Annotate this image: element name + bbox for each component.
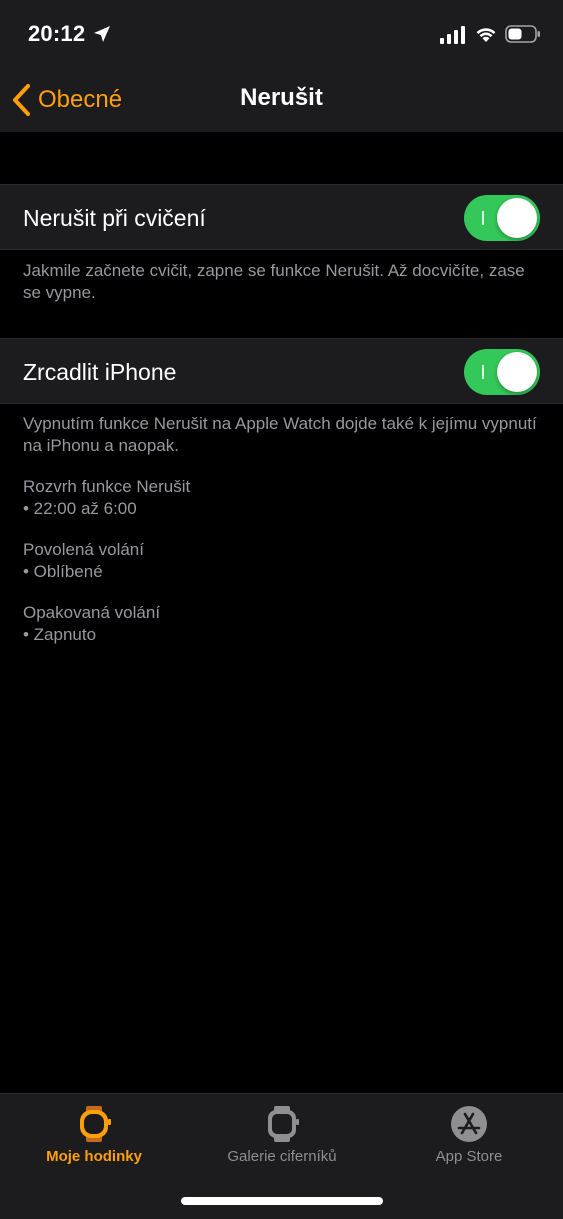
mirror-iphone-toggle[interactable] xyxy=(464,349,540,395)
tab-face-gallery-label: Galerie ciferníků xyxy=(227,1148,337,1165)
allowed-calls-info: Povolená volání • Oblíbené xyxy=(23,539,543,583)
workout-setting-label: Nerušit při cvičení xyxy=(23,205,206,231)
watch-icon xyxy=(80,1106,111,1142)
cellular-signal-icon xyxy=(440,26,465,44)
toggle-knob xyxy=(497,198,537,238)
workout-toggle[interactable] xyxy=(464,195,540,241)
toggle-on-mark xyxy=(482,365,484,379)
mirror-iphone-row: Zrcadlit iPhone xyxy=(0,338,563,404)
tab-app-store-label: App Store xyxy=(435,1148,503,1165)
status-bar: 20:12 xyxy=(0,0,563,68)
workout-setting-footer: Jakmile začnete cvičit, zapne se funkce … xyxy=(23,261,525,302)
wifi-icon xyxy=(476,28,496,42)
watch-face-gallery-icon xyxy=(268,1106,299,1142)
tab-face-gallery[interactable]: Galerie ciferníků xyxy=(188,1104,376,1174)
schedule-info: Rozvrh funkce Nerušit • 22:00 až 6:00 xyxy=(23,476,543,520)
tab-app-store[interactable]: App Store xyxy=(375,1104,563,1174)
tab-my-watch[interactable]: Moje hodinky xyxy=(0,1104,188,1174)
workout-setting-row: Nerušit při cvičení xyxy=(0,184,563,250)
page-title: Nerušit xyxy=(240,84,323,111)
toggle-on-mark xyxy=(482,211,484,225)
allowed-calls-title: Povolená volání xyxy=(23,540,144,559)
app-store-icon xyxy=(451,1106,487,1142)
mirror-iphone-footer: Vypnutím funkce Nerušit na Apple Watch d… xyxy=(23,414,537,455)
toggle-knob xyxy=(497,352,537,392)
mirror-iphone-label: Zrcadlit iPhone xyxy=(23,359,177,385)
schedule-title: Rozvrh funkce Nerušit xyxy=(23,477,191,496)
location-arrow-icon xyxy=(94,26,110,42)
repeated-calls-info: Opakovaná volání • Zapnuto xyxy=(23,602,543,646)
status-time: 20:12 xyxy=(28,21,86,46)
battery-icon xyxy=(505,25,540,43)
repeated-calls-value: • Zapnuto xyxy=(23,625,97,644)
navigation-bar: Obecné Nerušit xyxy=(0,68,563,132)
allowed-calls-value: • Oblíbené xyxy=(23,562,103,581)
repeated-calls-title: Opakovaná volání xyxy=(23,603,161,622)
home-indicator[interactable] xyxy=(181,1197,383,1205)
schedule-value: • 22:00 až 6:00 xyxy=(23,499,137,518)
tab-my-watch-label: Moje hodinky xyxy=(46,1148,142,1165)
